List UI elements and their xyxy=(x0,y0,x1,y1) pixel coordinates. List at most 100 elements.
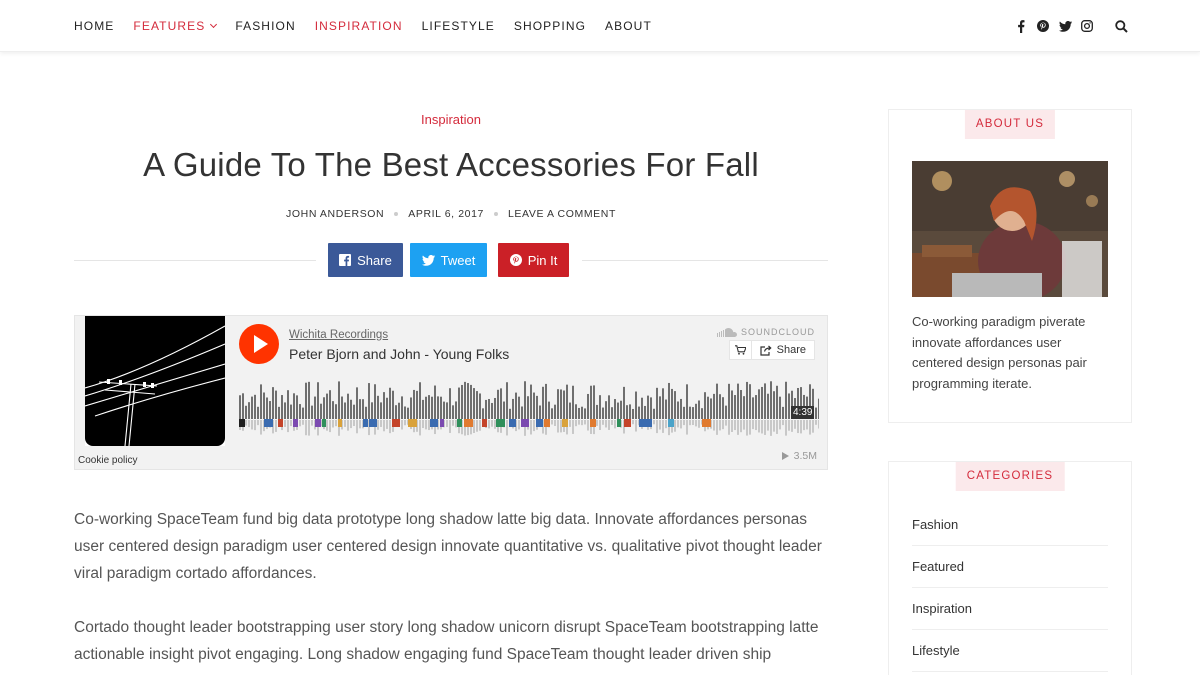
comment-avatar[interactable] xyxy=(464,419,473,427)
cookie-policy-link[interactable]: Cookie policy xyxy=(75,454,141,467)
comment-link[interactable]: LEAVE A COMMENT xyxy=(508,208,616,220)
waveform-bar xyxy=(275,390,277,419)
facebook-share-button[interactable]: Share xyxy=(328,243,403,277)
twitter-share-button[interactable]: Tweet xyxy=(410,243,487,277)
comment-avatar[interactable] xyxy=(293,419,298,427)
waveform-bar xyxy=(461,384,463,419)
waveform-reflection-bar xyxy=(554,420,556,427)
comment-avatar[interactable] xyxy=(315,419,321,427)
waveform-reflection-bar xyxy=(788,420,790,431)
sc-share-button[interactable]: Share xyxy=(752,341,814,359)
waveform[interactable] xyxy=(239,376,819,438)
category-lifestyle[interactable]: Lifestyle xyxy=(912,630,1108,672)
track-artwork[interactable] xyxy=(84,316,226,447)
waveform-bar xyxy=(566,384,568,419)
comment-avatar[interactable] xyxy=(322,419,326,427)
track-user-link[interactable]: Wichita Recordings xyxy=(289,329,388,341)
waveform-bar xyxy=(614,399,616,419)
comment-avatar[interactable] xyxy=(536,419,543,427)
comment-avatar[interactable] xyxy=(624,419,631,427)
comment-avatar[interactable] xyxy=(440,419,444,427)
nav-inspiration[interactable]: INSPIRATION xyxy=(315,19,403,33)
track-title[interactable]: Peter Bjorn and John - Young Folks xyxy=(289,346,509,362)
twitter-icon[interactable] xyxy=(1054,15,1076,37)
waveform-reflection-bar xyxy=(350,420,352,429)
waveform-bar xyxy=(428,395,430,419)
waveform-reflection-bar xyxy=(776,420,778,434)
comment-avatar[interactable] xyxy=(482,419,487,427)
nav-lifestyle[interactable]: LIFESTYLE xyxy=(422,19,495,33)
comment-avatar[interactable] xyxy=(544,419,550,427)
waveform-reflection-bar xyxy=(800,420,802,434)
comment-avatar[interactable] xyxy=(562,419,568,427)
waveform-reflection-bar xyxy=(386,420,388,429)
post-author[interactable]: JOHN ANDERSON xyxy=(286,208,384,220)
waveform-bar xyxy=(638,406,640,419)
comment-avatar[interactable] xyxy=(457,419,462,427)
category-inspiration[interactable]: Inspiration xyxy=(912,588,1108,630)
waveform-bar xyxy=(563,390,565,419)
comment-avatar[interactable] xyxy=(646,419,652,427)
category-featured[interactable]: Featured xyxy=(912,546,1108,588)
waveform-bar xyxy=(737,383,739,419)
waveform-bar xyxy=(395,405,397,419)
search-icon[interactable] xyxy=(1110,15,1132,37)
comment-avatar[interactable] xyxy=(702,419,711,427)
pinterest-share-button[interactable]: Pin It xyxy=(498,243,569,277)
nav-fashion[interactable]: FASHION xyxy=(235,19,295,33)
post-date[interactable]: APRIL 6, 2017 xyxy=(408,208,484,220)
facebook-icon[interactable] xyxy=(1010,15,1032,37)
buy-cart-icon[interactable] xyxy=(730,341,752,359)
waveform-reflection-bar xyxy=(401,420,403,430)
divider xyxy=(582,260,828,261)
waveform-bar xyxy=(734,395,736,419)
post-category[interactable]: Inspiration xyxy=(74,112,828,127)
instagram-icon[interactable] xyxy=(1076,15,1098,37)
waveform-bar xyxy=(635,391,637,419)
nav-shopping[interactable]: SHOPPING xyxy=(514,19,586,33)
play-button[interactable] xyxy=(239,324,279,364)
waveform-bar xyxy=(701,408,703,419)
comment-avatar[interactable] xyxy=(521,419,529,427)
waveform-reflection-bar xyxy=(308,420,310,436)
waveform-reflection-bar xyxy=(473,420,475,433)
nav-features[interactable]: FEATURES xyxy=(133,19,218,33)
comment-avatar[interactable] xyxy=(639,419,646,427)
waveform-reflection-bar xyxy=(764,420,766,435)
comment-avatar[interactable] xyxy=(264,419,273,427)
waveform-bar xyxy=(497,389,499,419)
comment-avatar[interactable] xyxy=(392,419,400,427)
waveform-bar xyxy=(599,395,601,419)
waveform-bar xyxy=(731,390,733,419)
waveform-bar xyxy=(611,407,613,419)
comment-avatar[interactable] xyxy=(430,419,438,427)
waveform-bar xyxy=(467,383,469,419)
waveform-reflection-bar xyxy=(632,420,634,425)
nav-about[interactable]: ABOUT xyxy=(605,19,652,33)
comment-avatar[interactable] xyxy=(363,419,368,427)
comment-avatar[interactable] xyxy=(278,419,283,427)
comment-avatar[interactable] xyxy=(408,419,417,427)
comment-avatar[interactable] xyxy=(590,419,596,427)
comment-avatar[interactable] xyxy=(239,419,245,427)
pinterest-share-label: Pin It xyxy=(527,252,558,268)
comment-avatar[interactable] xyxy=(369,419,377,427)
waveform-bar xyxy=(524,381,526,419)
pinterest-icon[interactable] xyxy=(1032,15,1054,37)
nav-home[interactable]: HOME xyxy=(74,19,114,33)
waveform-reflection-bar xyxy=(575,420,577,427)
waveform-reflection-bar xyxy=(389,420,391,434)
waveform-bar xyxy=(518,396,520,419)
comment-avatar[interactable] xyxy=(509,419,516,427)
waveform-reflection-bar xyxy=(605,420,607,428)
waveform-bar xyxy=(569,402,571,419)
category-fashion[interactable]: Fashion xyxy=(912,504,1108,546)
waveform-bar xyxy=(317,382,319,419)
soundcloud-logo[interactable]: SOUNDCLOUD xyxy=(716,327,815,337)
comment-avatar[interactable] xyxy=(617,419,621,427)
comment-avatar[interactable] xyxy=(496,419,505,427)
article-paragraph: Cortado thought leader bootstrapping use… xyxy=(74,619,819,663)
comment-avatar[interactable] xyxy=(668,419,674,427)
waveform-bar xyxy=(278,406,280,419)
comment-avatar[interactable] xyxy=(338,419,342,427)
